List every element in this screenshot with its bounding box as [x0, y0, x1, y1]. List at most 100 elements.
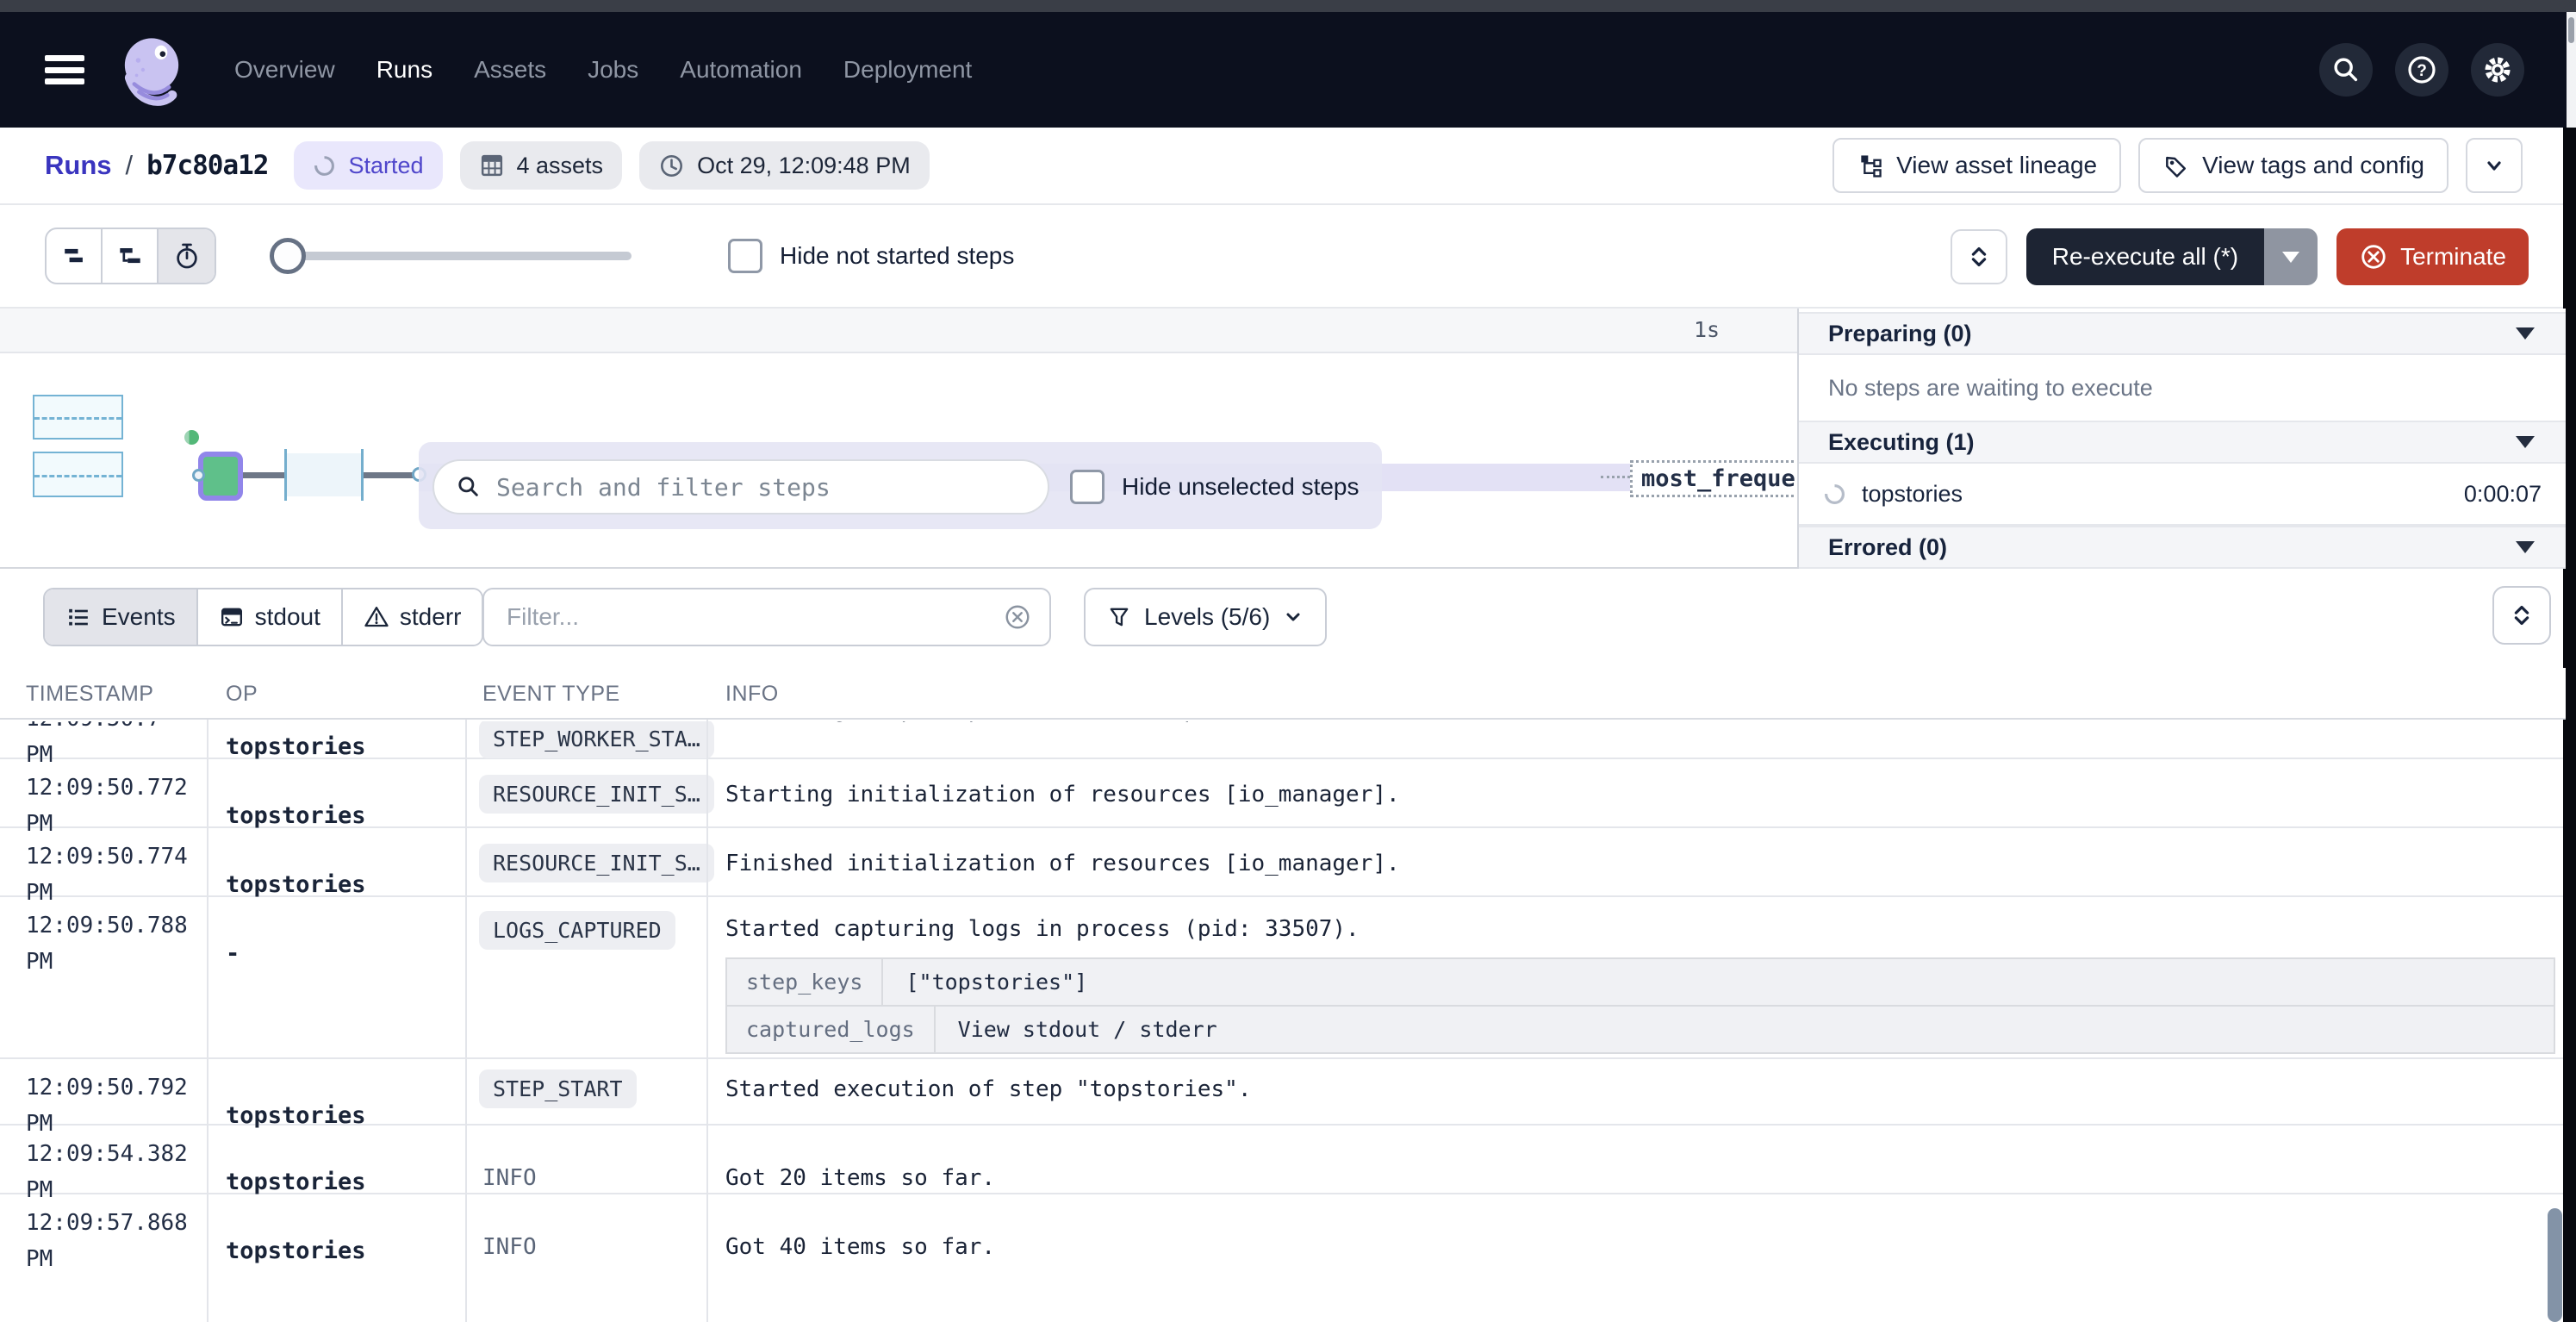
- log-filter-input[interactable]: [505, 602, 992, 632]
- flat-view-button[interactable]: [47, 229, 103, 283]
- log-row[interactable]: 12:09:54.382PM topstories INFO Got 20 it…: [0, 1126, 2566, 1194]
- column-info[interactable]: INFO: [725, 682, 779, 707]
- column-timestamp[interactable]: TIMESTAMP: [26, 682, 153, 707]
- clear-filter-icon[interactable]: [1003, 602, 1032, 632]
- event-type-chip: RESOURCE_INIT_S…: [479, 775, 714, 814]
- dotted-connector-line: [1601, 476, 1630, 478]
- app-window: Overview Runs Assets Jobs Automation Dep…: [0, 0, 2576, 1322]
- column-event-type[interactable]: EVENT TYPE: [482, 682, 620, 707]
- nav-item-overview[interactable]: Overview: [234, 56, 335, 84]
- gantt-zoom-slider[interactable]: [270, 229, 632, 283]
- log-row[interactable]: 12:09:50.774PM topstories RESOURCE_INIT_…: [0, 828, 2566, 897]
- log-row[interactable]: 12:09:50.792PM topstories STEP_START Sta…: [0, 1059, 2566, 1126]
- column-divider: [706, 668, 708, 1322]
- gear-icon: [2480, 53, 2515, 87]
- view-asset-lineage-button[interactable]: View asset lineage: [1832, 138, 2121, 193]
- waterfall-view-button[interactable]: [103, 229, 159, 283]
- search-icon: [2330, 53, 2362, 86]
- hamburger-menu-icon[interactable]: [45, 55, 84, 84]
- collapse-triangle-icon: [2516, 327, 2535, 340]
- reexecute-all-button[interactable]: Re-execute all (*): [2026, 228, 2264, 285]
- hide-not-started-control: Hide not started steps: [728, 239, 1014, 273]
- view-stdout-stderr-link[interactable]: View stdout / stderr: [936, 1007, 1240, 1052]
- header-more-actions-button[interactable]: [2466, 138, 2523, 193]
- breadcrumb-separator: /: [126, 150, 134, 181]
- nav-utilities: ?: [2319, 43, 2524, 97]
- help-button[interactable]: ?: [2395, 43, 2448, 97]
- step-search-box[interactable]: [432, 459, 1049, 514]
- executing-section-header[interactable]: Executing (1): [1799, 421, 2566, 464]
- tab-stderr[interactable]: stderr: [343, 589, 482, 645]
- search-button[interactable]: [2319, 43, 2373, 97]
- reexecute-dropdown-button[interactable]: [2264, 228, 2318, 285]
- log-table-header: TIMESTAMP OP EVENT TYPE INFO: [0, 668, 2566, 720]
- tab-stdout[interactable]: stdout: [198, 589, 343, 645]
- timed-view-button[interactable]: [159, 229, 215, 283]
- run-header: Runs / b7c80a12 Started 4 assets Oct 29,: [0, 128, 2576, 205]
- completed-step-marker[interactable]: [184, 430, 199, 445]
- settings-button[interactable]: [2471, 43, 2524, 97]
- terminal-icon: [219, 604, 245, 630]
- browser-scrollbar-thumb[interactable]: [2568, 17, 2574, 43]
- assets-count-badge[interactable]: 4 assets: [460, 141, 623, 190]
- gantt-chart: 1s Hide unselected steps most_frequent: [0, 309, 2576, 569]
- levels-filter-button[interactable]: Levels (5/6): [1084, 588, 1327, 646]
- tag-icon: [2162, 152, 2190, 179]
- step-search-input[interactable]: [495, 472, 1048, 502]
- up-down-chevrons-icon: [2507, 601, 2536, 630]
- event-type-chip: RESOURCE_INIT_S…: [479, 844, 714, 882]
- queued-step-bar[interactable]: [284, 453, 364, 496]
- gantt-time-axis: 1s: [0, 309, 1797, 353]
- column-op[interactable]: OP: [226, 682, 258, 707]
- chevron-down-icon: [2481, 153, 2507, 178]
- metadata-row: captured_logs View stdout / stderr: [727, 1007, 2554, 1052]
- nav-item-runs[interactable]: Runs: [376, 56, 432, 84]
- not-started-step-bar[interactable]: [33, 452, 123, 497]
- run-id: b7c80a12: [146, 150, 268, 181]
- log-filter-box[interactable]: [482, 588, 1051, 646]
- connector-anchor-dot: [192, 469, 205, 482]
- executing-step-row[interactable]: topstories 0:00:07: [1799, 464, 2566, 526]
- most-frequent-step-box[interactable]: most_frequent: [1630, 460, 1801, 497]
- slider-knob[interactable]: [270, 238, 306, 274]
- not-started-step-bar[interactable]: [33, 395, 123, 440]
- hide-not-started-label: Hide not started steps: [780, 242, 1014, 270]
- view-tags-config-button[interactable]: View tags and config: [2138, 138, 2448, 193]
- log-row[interactable]: 12:09:57.868PM topstories INFO Got 40 it…: [0, 1194, 2566, 1322]
- nav-item-jobs[interactable]: Jobs: [588, 56, 638, 84]
- nav-item-automation[interactable]: Automation: [680, 56, 802, 84]
- errored-section-header[interactable]: Errored (0): [1799, 526, 2566, 569]
- asset-grid-icon: [479, 153, 505, 178]
- nav-item-assets[interactable]: Assets: [474, 56, 546, 84]
- log-row[interactable]: 12:09:50.788PM - LOGS_CAPTURED Started c…: [0, 897, 2566, 1059]
- log-scrollbar-thumb[interactable]: [2548, 1208, 2562, 1322]
- spinner-icon: [313, 154, 336, 178]
- column-divider: [207, 668, 208, 1322]
- collapse-panel-button[interactable]: [1951, 229, 2007, 284]
- chevron-down-icon: [1282, 606, 1304, 628]
- up-down-chevrons-icon: [1964, 242, 1994, 271]
- search-icon: [455, 473, 482, 501]
- slider-track[interactable]: [270, 252, 632, 260]
- run-badges: Started 4 assets Oct 29, 12:09:48 PM: [294, 141, 929, 190]
- flat-view-icon: [59, 240, 90, 271]
- hide-not-started-checkbox[interactable]: [728, 239, 762, 273]
- dagster-logo-icon[interactable]: [114, 32, 190, 108]
- metadata-row: step_keys ["topstories"]: [727, 959, 2554, 1007]
- help-icon: ?: [2405, 53, 2439, 87]
- log-view-tabs: Events stdout stderr: [43, 588, 483, 646]
- preparing-section-header[interactable]: Preparing (0): [1799, 312, 2566, 355]
- log-row[interactable]: 12:09:50.772PM topstories RESOURCE_INIT_…: [0, 759, 2566, 828]
- event-type-text: INFO: [482, 1165, 537, 1191]
- tab-events[interactable]: Events: [45, 589, 198, 645]
- log-row[interactable]: 12:09:50.7PM topstories STEP_WORKER_STA……: [0, 721, 2566, 759]
- hide-unselected-control: Hide unselected steps: [1070, 470, 1360, 504]
- step-status-panel: Preparing (0) No steps are waiting to ex…: [1797, 309, 2566, 569]
- hide-unselected-checkbox[interactable]: [1070, 470, 1104, 504]
- breadcrumb-runs-link[interactable]: Runs: [45, 150, 112, 181]
- terminate-button[interactable]: Terminate: [2336, 228, 2529, 285]
- event-type-chip: STEP_WORKER_STA…: [479, 721, 714, 758]
- hide-unselected-label: Hide unselected steps: [1122, 473, 1360, 501]
- expand-logs-button[interactable]: [2492, 586, 2551, 645]
- nav-item-deployment[interactable]: Deployment: [843, 56, 972, 84]
